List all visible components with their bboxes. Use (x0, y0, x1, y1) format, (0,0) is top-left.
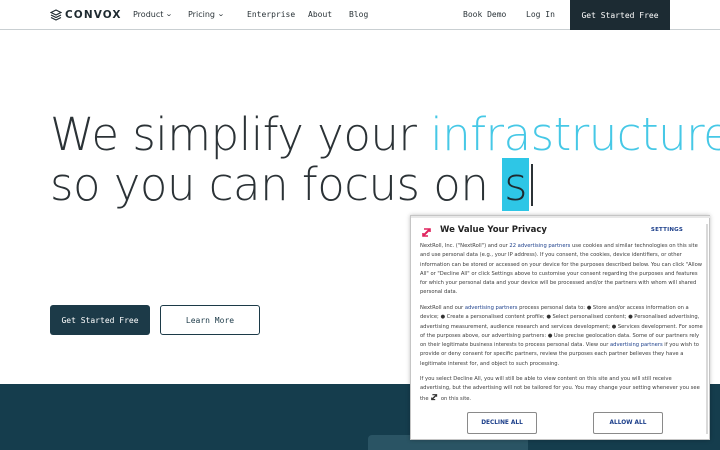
typed-word: s (502, 158, 530, 211)
nextroll-logo-icon (431, 393, 438, 400)
nav-item-pricing[interactable]: Pricing ⌄ (188, 10, 225, 19)
get-started-nav-button[interactable]: Get Started Free (570, 0, 670, 30)
consent-title: We Value Your Privacy (440, 225, 547, 235)
dialog-top-bar (411, 216, 711, 218)
dialog-scrollbar[interactable] (706, 224, 708, 434)
text-caret (531, 164, 534, 206)
chevron-down-icon: ⌄ (217, 10, 225, 18)
allow-all-button[interactable]: ALLOW ALL (593, 412, 663, 434)
stacked-layers-icon (50, 9, 62, 21)
nextroll-logo-icon (422, 228, 431, 237)
chevron-down-icon: ⌄ (165, 10, 174, 18)
consent-paragraph-2: NextRoll and our advertising partners pr… (420, 304, 704, 369)
book-demo-link[interactable]: Book Demo (463, 10, 506, 19)
cookie-consent-dialog: We Value Your Privacy SETTINGS NextRoll,… (410, 215, 711, 440)
consent-text: process personal data to: (517, 305, 587, 311)
nav-item-enterprise[interactable]: Enterprise (247, 10, 295, 19)
hero-text: so you can focus on (50, 158, 503, 211)
get-started-button[interactable]: Get Started Free (50, 305, 150, 335)
consent-paragraph-3: If you select Decline All, you will stil… (420, 375, 704, 404)
nav-item-product[interactable]: Product ⌄ (133, 10, 174, 19)
consent-text: Select personalised content; (550, 314, 629, 321)
consent-text: NextRoll and our (420, 305, 465, 311)
nav-item-blog[interactable]: Blog (349, 10, 368, 19)
login-link[interactable]: Log In (526, 10, 555, 19)
learn-more-button[interactable]: Learn More (160, 305, 260, 335)
decline-all-button[interactable]: DECLINE ALL (467, 412, 537, 434)
advertising-partners-link-2[interactable]: advertising partners (610, 342, 663, 348)
nav-item-label: Blog (349, 10, 369, 19)
advertising-partners-link[interactable]: advertising partners (465, 305, 518, 311)
logo-text: CONVOX (65, 9, 122, 21)
top-nav: CONVOX Product ⌄ Pricing ⌄ Enterprise Ab… (0, 0, 720, 30)
consent-paragraph-1: NextRoll, Inc. ("NextRoll") and our 22 a… (420, 242, 704, 298)
consent-text: NextRoll, Inc. ("NextRoll") and our (420, 243, 510, 249)
settings-link[interactable]: SETTINGS (651, 227, 683, 233)
partners-link[interactable]: 22 advertising partners (509, 243, 570, 249)
hero-text: We simplify your (50, 108, 431, 161)
nav-item-label: About (308, 10, 333, 19)
nav-item-label: Pricing (188, 10, 215, 19)
convox-logo[interactable]: CONVOX (50, 9, 122, 21)
consent-text: use cookies and similar technologies on … (420, 243, 703, 296)
hero-accent-text: infrastructure (430, 108, 720, 161)
nav-item-about[interactable]: About (308, 10, 332, 19)
nav-item-label: Product (133, 10, 164, 19)
hero-headline-line-1: We simplify your infrastructure (50, 108, 720, 161)
hero-headline-line-2: so you can focus on s (50, 158, 534, 211)
nav-item-label: Enterprise (247, 10, 296, 19)
consent-text: Create a personalised content profile; (444, 314, 547, 321)
consent-text: on this site. (439, 395, 472, 402)
